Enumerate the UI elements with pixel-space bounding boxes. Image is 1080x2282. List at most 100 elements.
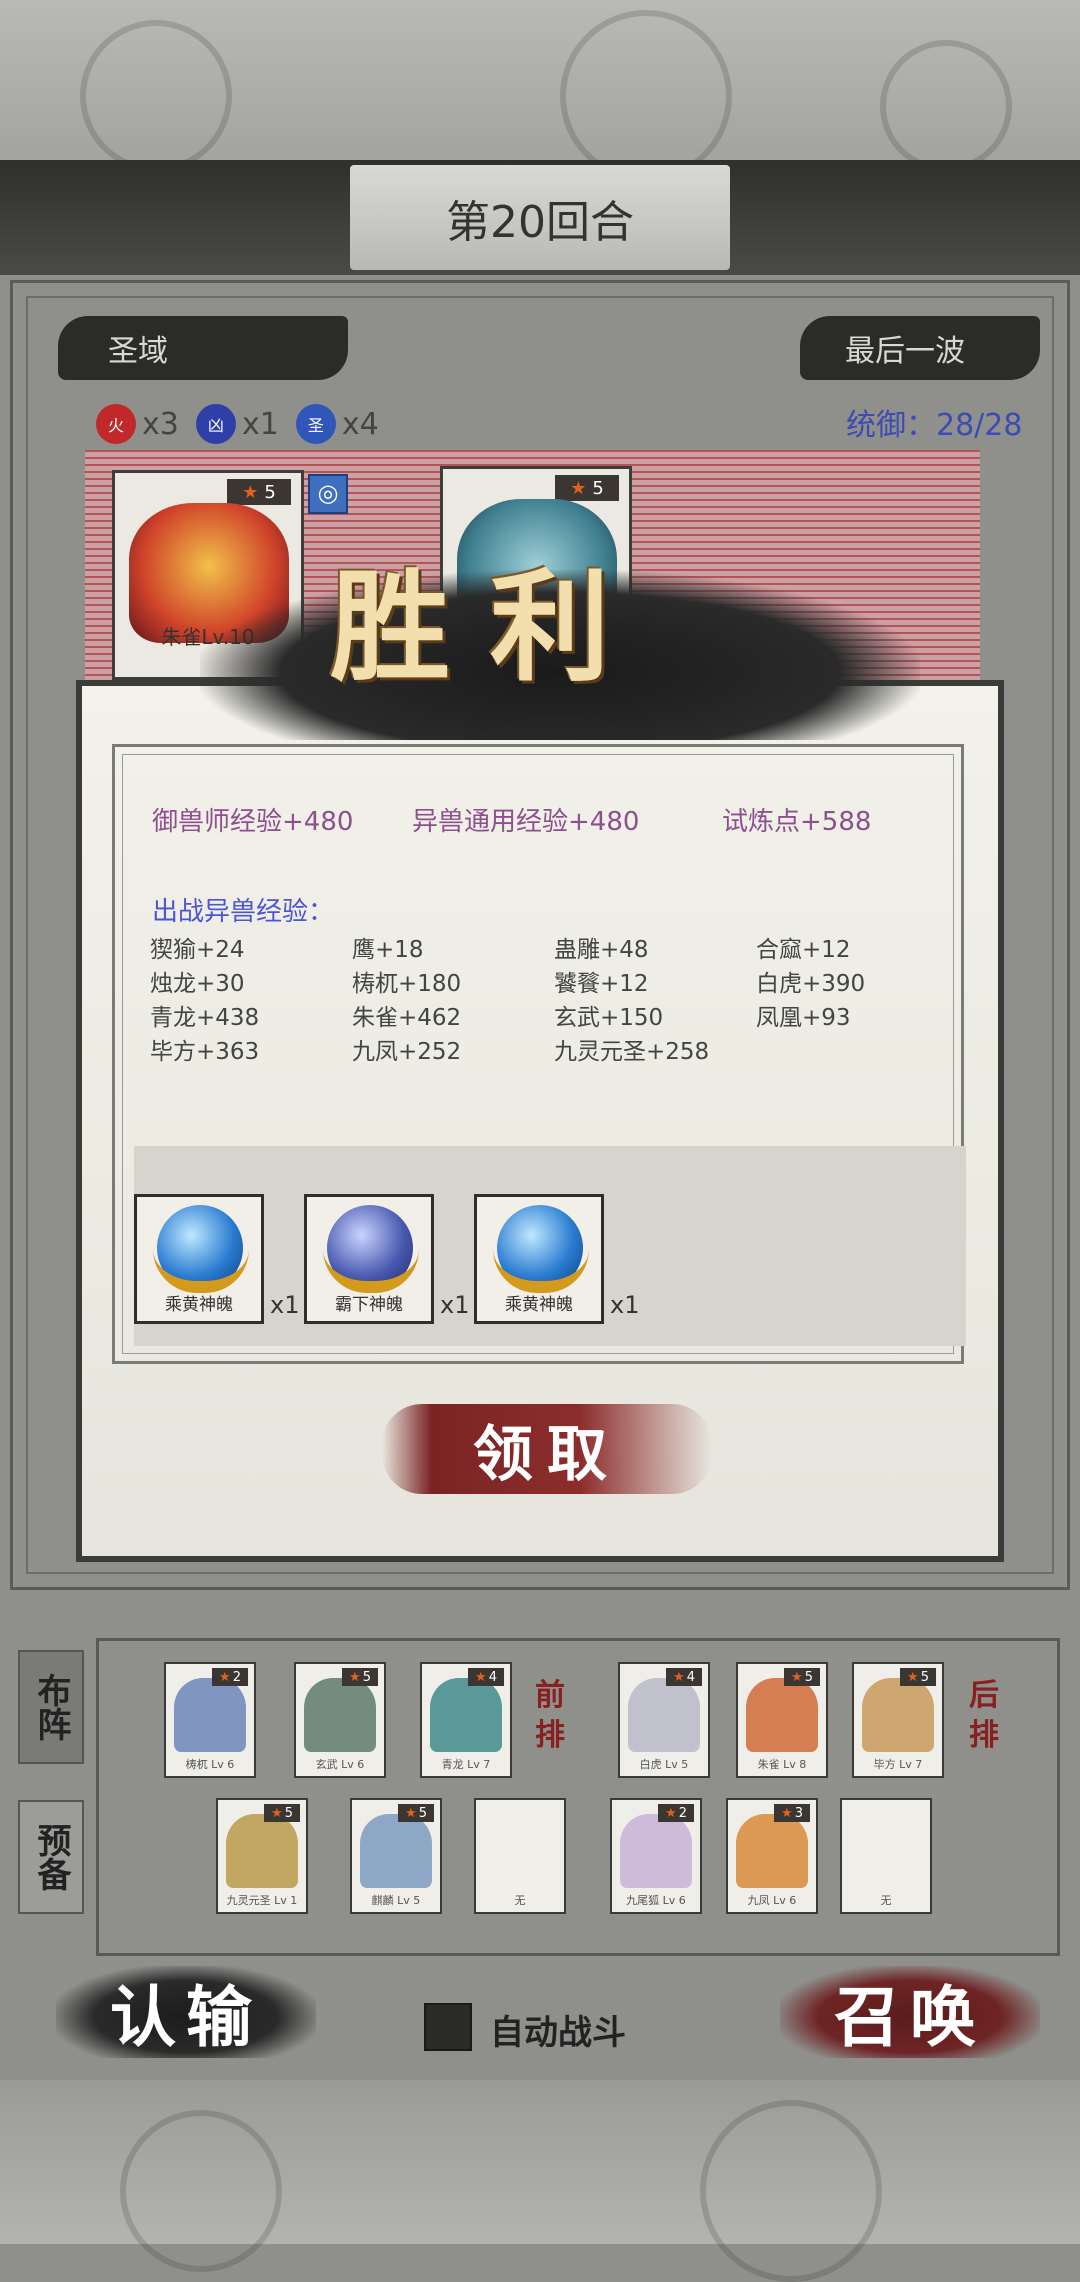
beast-exp-title: 出战异兽经验： bbox=[152, 897, 335, 927]
surrender-label: 认输 bbox=[110, 1978, 262, 2056]
star-badge: ★ 2 bbox=[658, 1804, 694, 1822]
star-count: 3 bbox=[794, 1805, 803, 1821]
back-slot[interactable]: ★ 4 白虎 Lv 5 bbox=[618, 1662, 710, 1778]
beast-exp-item: 玄武+150 bbox=[554, 1005, 664, 1031]
trainer-exp: 御兽师经验+480 bbox=[152, 807, 354, 837]
star-badge: ★ 5 bbox=[264, 1804, 300, 1822]
tab-formation-label: 布阵 bbox=[31, 1673, 71, 1741]
fire-element-icon: 火 bbox=[96, 404, 136, 444]
beast-portrait bbox=[628, 1678, 700, 1752]
swirl-decoration bbox=[880, 40, 1012, 172]
star-count: 5 bbox=[264, 481, 276, 503]
slot-name: 毕方 Lv 7 bbox=[873, 1758, 923, 1771]
star-count: 5 bbox=[418, 1805, 427, 1821]
slot-name: 梼杌 Lv 6 bbox=[185, 1758, 235, 1771]
reserve-slot-empty[interactable]: 无 bbox=[840, 1798, 932, 1914]
reserve-slot[interactable]: ★ 5 麒麟 Lv 5 bbox=[350, 1798, 442, 1914]
reward-item-name: 乘黄神魄 bbox=[505, 1295, 573, 1315]
back-slot[interactable]: ★ 5 朱雀 Lv 8 bbox=[736, 1662, 828, 1778]
claim-button[interactable]: 领取 bbox=[382, 1404, 712, 1494]
slot-name: 白虎 Lv 5 bbox=[639, 1758, 689, 1771]
evil-count: x1 bbox=[241, 406, 279, 442]
wave-label-text: 最后一波 bbox=[845, 334, 965, 369]
slot-name: 青龙 Lv 7 bbox=[441, 1758, 491, 1771]
front-row-label: 前排 bbox=[535, 1678, 565, 1753]
orb-stand-icon bbox=[493, 1249, 589, 1293]
star-count: 4 bbox=[686, 1669, 695, 1685]
star-badge: ★ 5 bbox=[342, 1668, 378, 1686]
trial-points: 试炼点+588 bbox=[722, 807, 872, 837]
beast-portrait bbox=[620, 1814, 692, 1888]
reward-item-name: 霸下神魄 bbox=[335, 1295, 403, 1315]
orb-stand-icon bbox=[323, 1249, 419, 1293]
star-badge: ★ 5 bbox=[227, 479, 291, 505]
star-icon: ★ bbox=[349, 1669, 361, 1685]
reserve-slot[interactable]: ★ 5 九灵元圣 Lv 1 bbox=[216, 1798, 308, 1914]
holy-element-icon: 圣 bbox=[295, 404, 336, 444]
summon-label: 召唤 bbox=[834, 1978, 986, 2056]
beast-exp-item: 鹰+18 bbox=[352, 937, 424, 963]
star-icon: ★ bbox=[665, 1805, 677, 1821]
beast-exp-item: 饕餮+12 bbox=[554, 971, 649, 997]
reserve-slot[interactable]: ★ 2 九尾狐 Lv 6 bbox=[610, 1798, 702, 1914]
star-icon: ★ bbox=[673, 1669, 685, 1685]
evil-element-icon: 凶 bbox=[195, 404, 236, 444]
star-count: 2 bbox=[232, 1669, 241, 1685]
slot-name: 朱雀 Lv 8 bbox=[757, 1758, 807, 1771]
beast-exp-item: 猰㺄+24 bbox=[150, 937, 245, 963]
reward-item[interactable]: 乘黄神魄 bbox=[474, 1194, 604, 1324]
star-badge: ★ 2 bbox=[212, 1668, 248, 1686]
slot-name: 九尾狐 Lv 6 bbox=[626, 1894, 686, 1907]
reserve-slot-empty[interactable]: 无 bbox=[474, 1798, 566, 1914]
reward-item[interactable]: 乘黄神魄 bbox=[134, 1194, 264, 1324]
reward-item[interactable]: 霸下神魄 bbox=[304, 1194, 434, 1324]
beast-exp-item: 合窳+12 bbox=[756, 937, 851, 963]
star-icon: ★ bbox=[271, 1805, 283, 1821]
auto-battle-checkbox[interactable] bbox=[424, 2003, 472, 2051]
swirl-decoration bbox=[560, 10, 732, 182]
holy-count: x4 bbox=[341, 406, 379, 442]
back-slot[interactable]: ★ 5 毕方 Lv 7 bbox=[852, 1662, 944, 1778]
victory-title: 胜利 bbox=[330, 557, 650, 698]
star-icon: ★ bbox=[781, 1805, 793, 1821]
star-count: 5 bbox=[920, 1669, 929, 1685]
beast-portrait bbox=[746, 1678, 818, 1752]
spiral-icon: ◎ bbox=[308, 474, 348, 514]
beast-portrait bbox=[226, 1814, 298, 1888]
star-count: 5 bbox=[362, 1669, 371, 1685]
wave-label: 最后一波 bbox=[800, 316, 1040, 380]
claim-button-label: 领取 bbox=[473, 1419, 621, 1490]
beast-exp-item: 毕方+363 bbox=[150, 1039, 260, 1065]
star-count: 2 bbox=[678, 1805, 687, 1821]
star-icon: ★ bbox=[791, 1669, 803, 1685]
tab-reserve[interactable]: 预备 bbox=[18, 1800, 84, 1914]
star-badge: ★ 4 bbox=[666, 1668, 702, 1686]
round-indicator: 第20回合 bbox=[350, 165, 730, 270]
reserve-slot[interactable]: ★ 3 九凤 Lv 6 bbox=[726, 1798, 818, 1914]
front-slot[interactable]: ★ 4 青龙 Lv 7 bbox=[420, 1662, 512, 1778]
beast-portrait bbox=[174, 1678, 246, 1752]
common-exp: 异兽通用经验+480 bbox=[412, 807, 640, 837]
beast-exp-item: 九灵元圣+258 bbox=[554, 1039, 710, 1065]
command-value: 统御：28/28 bbox=[846, 408, 1023, 443]
star-badge: ★ 4 bbox=[468, 1668, 504, 1686]
zone-label-text: 圣域 bbox=[108, 334, 168, 369]
round-title: 第20回合 bbox=[446, 196, 634, 248]
beast-exp-item: 朱雀+462 bbox=[352, 1005, 462, 1031]
beast-portrait bbox=[862, 1678, 934, 1752]
orb-stand-icon bbox=[153, 1249, 249, 1293]
tab-formation[interactable]: 布阵 bbox=[18, 1650, 84, 1764]
front-slot[interactable]: ★ 5 玄武 Lv 6 bbox=[294, 1662, 386, 1778]
front-slot[interactable]: ★ 2 梼杌 Lv 6 bbox=[164, 1662, 256, 1778]
fire-count: x3 bbox=[142, 406, 179, 442]
surrender-button[interactable]: 认输 bbox=[56, 1966, 316, 2058]
beast-portrait bbox=[736, 1814, 808, 1888]
summon-button[interactable]: 召唤 bbox=[780, 1966, 1040, 2058]
star-count: 4 bbox=[488, 1669, 497, 1685]
victory-dialog: 御兽师经验+480 异兽通用经验+480 试炼点+588 出战异兽经验： 猰㺄+… bbox=[76, 680, 1004, 1562]
beast-exp-item: 青龙+438 bbox=[150, 1005, 260, 1031]
beast-exp-item: 蛊雕+48 bbox=[554, 937, 649, 963]
reward-item-name: 乘黄神魄 bbox=[165, 1295, 233, 1315]
beast-exp-item: 白虎+390 bbox=[756, 971, 866, 997]
swirl-decoration bbox=[80, 20, 232, 172]
